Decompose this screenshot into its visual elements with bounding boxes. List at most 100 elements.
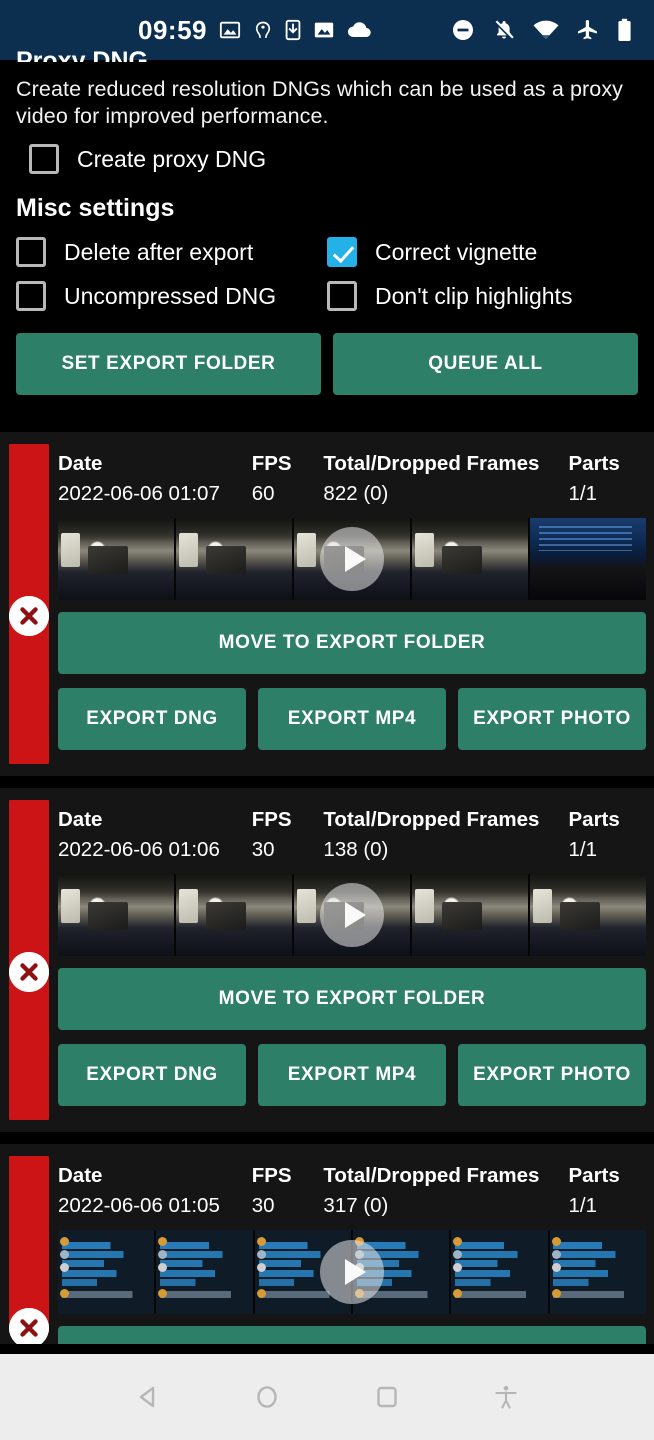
delete-recording-button[interactable] (9, 1308, 49, 1344)
export-dng-button[interactable]: EXPORT DNG (58, 688, 246, 750)
meta-header-frames: Total/Dropped Frames (323, 452, 540, 475)
move-to-export-folder-button[interactable]: MOVE TO EXPORT FOLDER (58, 1326, 646, 1344)
proxy-dng-description: Create reduced resolution DNGs which can… (16, 77, 624, 128)
move-to-export-folder-button[interactable]: MOVE TO EXPORT FOLDER (58, 968, 646, 1030)
notifications-silenced-icon (492, 18, 516, 42)
play-icon[interactable] (320, 527, 384, 591)
recents-button[interactable] (327, 1354, 447, 1440)
export-button-row: EXPORT DNG EXPORT MP4 EXPORT PHOTO (58, 1044, 646, 1124)
export-dng-button[interactable]: EXPORT DNG (58, 1044, 246, 1106)
video-thumbnail-strip[interactable] (58, 874, 646, 956)
checkbox-box-icon[interactable] (29, 144, 59, 174)
thumbnail-frame (412, 518, 528, 600)
play-icon[interactable] (320, 1240, 384, 1304)
meta-value-fps: 30 (251, 1194, 275, 1217)
proxy-dng-checkbox-row: Create proxy DNG (16, 144, 638, 174)
back-button[interactable] (88, 1354, 208, 1440)
thumbnail-frame (156, 1230, 253, 1314)
close-icon (9, 1308, 49, 1344)
meta-date: Date 2022-06-06 01:06 (58, 808, 252, 862)
gallery-icon (219, 19, 241, 41)
thumbnail-frame (530, 518, 646, 600)
home-button[interactable] (208, 1354, 328, 1440)
queue-all-button[interactable]: QUEUE ALL (333, 333, 638, 395)
magisk-icon (253, 19, 273, 41)
recording-card-body: Date 2022-06-06 01:07 FPS 60 Total/Dropp… (58, 432, 654, 768)
checkbox-delete-after-export[interactable]: Delete after export (16, 237, 327, 267)
accessibility-icon (495, 1385, 517, 1409)
meta-frames: Total/Dropped Frames 317 (0) (323, 1164, 568, 1218)
recording-card-body: Date 2022-06-06 01:06 FPS 30 Total/Dropp… (58, 788, 654, 1124)
meta-date: Date 2022-06-06 01:07 (58, 452, 252, 506)
delete-recording-button[interactable] (9, 952, 49, 992)
set-export-folder-button[interactable]: SET EXPORT FOLDER (16, 333, 321, 395)
meta-value-parts: 1/1 (568, 482, 598, 505)
status-bar-clock: 09:59 (138, 14, 207, 45)
do-not-disturb-icon (451, 18, 475, 42)
checkbox-box-icon[interactable] (16, 237, 46, 267)
video-thumbnail-strip[interactable] (58, 518, 646, 600)
meta-fps: FPS 30 (252, 1164, 324, 1218)
checkbox-correct-vignette[interactable]: Correct vignette (327, 237, 638, 267)
meta-header-fps: FPS (251, 1164, 292, 1187)
meta-value-frames: 138 (0) (323, 838, 389, 861)
checkbox-dont-clip-highlights[interactable]: Don't clip highlights (327, 281, 638, 311)
meta-header-frames: Total/Dropped Frames (323, 1164, 540, 1187)
thumbnail-frame (58, 874, 174, 956)
video-thumbnail-strip[interactable] (58, 1230, 646, 1314)
status-bar-left: 09:59 (138, 15, 371, 46)
thumbnail-frame (176, 874, 292, 956)
meta-parts: Parts 1/1 (569, 1164, 647, 1218)
meta-header-date: Date (58, 1164, 103, 1187)
meta-header-parts: Parts (568, 808, 620, 831)
meta-value-fps: 60 (251, 482, 275, 505)
app-screen: 09:59 Proxy DNG Create reduced resolutio… (0, 0, 654, 1440)
move-to-export-folder-button[interactable]: MOVE TO EXPORT FOLDER (58, 612, 646, 674)
meta-date: Date 2022-06-06 01:05 (58, 1164, 252, 1218)
recording-meta: Date 2022-06-06 01:05 FPS 30 Total/Dropp… (58, 1144, 646, 1218)
thumbnail-frame (530, 874, 646, 956)
recording-meta: Date 2022-06-06 01:07 FPS 60 Total/Dropp… (58, 432, 646, 506)
meta-value-date: 2022-06-06 01:05 (58, 1194, 220, 1217)
download-icon (285, 19, 301, 41)
checkbox-label: Correct vignette (375, 238, 538, 265)
meta-value-fps: 30 (251, 838, 275, 861)
recording-card: Date 2022-06-06 01:06 FPS 30 Total/Dropp… (0, 788, 654, 1132)
checkbox-box-icon[interactable] (16, 281, 46, 311)
meta-value-date: 2022-06-06 01:07 (58, 482, 220, 505)
wifi-icon (533, 20, 559, 40)
recording-card: Date 2022-06-06 01:05 FPS 30 Total/Dropp… (0, 1144, 654, 1344)
meta-fps: FPS 60 (252, 452, 324, 506)
misc-settings-section-title: Misc settings (16, 194, 175, 222)
meta-frames: Total/Dropped Frames 822 (0) (323, 452, 568, 506)
checkbox-label: Delete after export (64, 238, 254, 265)
checkbox-box-icon[interactable] (327, 281, 357, 311)
meta-header-parts: Parts (568, 1164, 620, 1187)
checkbox-uncompressed-dng[interactable]: Uncompressed DNG (16, 281, 327, 311)
status-bar-right (451, 18, 632, 42)
close-icon (9, 596, 49, 636)
move-button-row: MOVE TO EXPORT FOLDER (58, 612, 646, 674)
recording-card-body: Date 2022-06-06 01:05 FPS 30 Total/Dropp… (58, 1144, 654, 1344)
export-photo-button[interactable]: EXPORT PHOTO (458, 688, 646, 750)
export-mp4-button[interactable]: EXPORT MP4 (258, 688, 446, 750)
meta-value-frames: 822 (0) (323, 482, 389, 505)
delete-recording-button[interactable] (9, 596, 49, 636)
play-icon[interactable] (320, 883, 384, 947)
meta-header-fps: FPS (251, 452, 292, 475)
export-photo-button[interactable]: EXPORT PHOTO (458, 1044, 646, 1106)
proxy-dng-section-title: Proxy DNG (16, 48, 148, 62)
system-navigation-bar (0, 1354, 654, 1440)
meta-header-date: Date (58, 808, 103, 831)
checkbox-create-proxy-dng[interactable]: Create proxy DNG (29, 144, 266, 174)
recording-meta: Date 2022-06-06 01:06 FPS 30 Total/Dropp… (58, 788, 646, 862)
accessibility-button[interactable] (447, 1354, 567, 1440)
checkbox-box-checked-icon[interactable] (327, 237, 357, 267)
thumbnail-frame (58, 518, 174, 600)
export-mp4-button[interactable]: EXPORT MP4 (258, 1044, 446, 1106)
meta-header-date: Date (58, 452, 103, 475)
recording-card: Date 2022-06-06 01:07 FPS 60 Total/Dropp… (0, 432, 654, 776)
meta-value-frames: 317 (0) (323, 1194, 389, 1217)
delete-bar[interactable] (9, 1156, 49, 1332)
meta-value-parts: 1/1 (568, 1194, 598, 1217)
